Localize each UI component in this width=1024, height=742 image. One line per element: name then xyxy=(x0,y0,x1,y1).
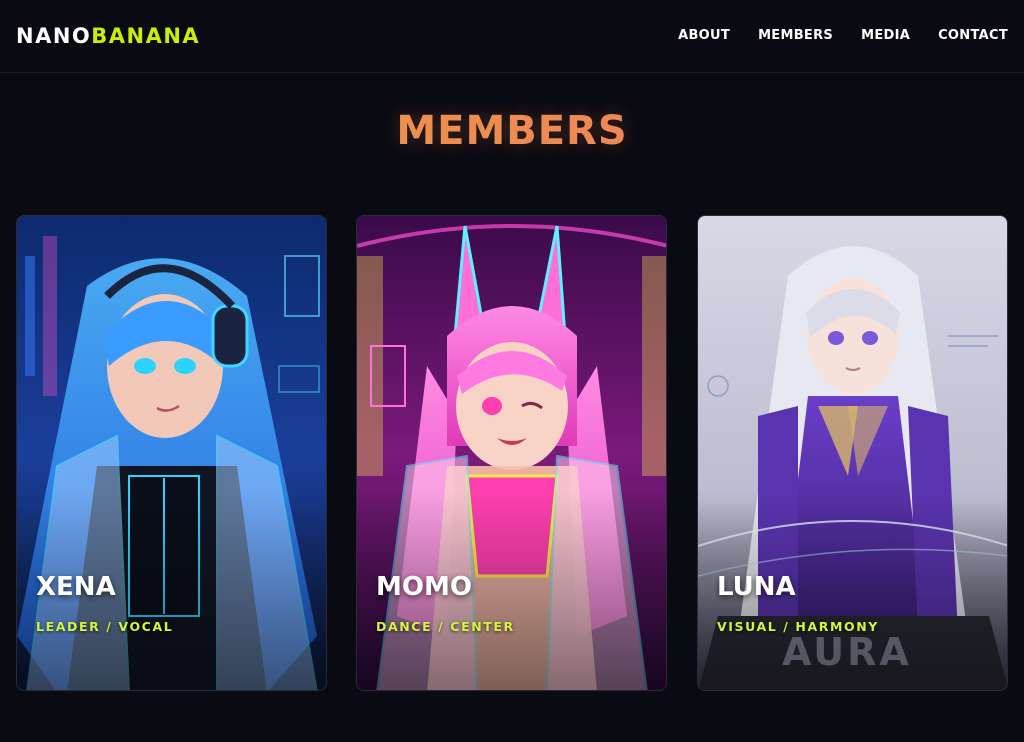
member-role-xena: LEADER / VOCAL xyxy=(36,619,174,634)
nav-links: ABOUT MEMBERS MEDIA CONTACT xyxy=(678,28,1008,43)
member-name-luna: LUNA xyxy=(717,572,796,602)
member-card-momo[interactable]: MOMO DANCE / CENTER xyxy=(356,215,667,691)
top-navbar: NANOBANANA ABOUT MEMBERS MEDIA CONTACT xyxy=(0,0,1024,73)
nav-link-contact[interactable]: CONTACT xyxy=(938,28,1008,43)
member-card-xena[interactable]: XENA LEADER / VOCAL xyxy=(16,215,327,691)
member-role-luna: VISUAL / HARMONY xyxy=(717,619,879,634)
nav-link-members[interactable]: MEMBERS xyxy=(758,28,833,43)
brand-logo[interactable]: NANOBANANA xyxy=(16,24,200,48)
member-name-momo: MOMO xyxy=(376,572,472,602)
brand-logo-part1: NANO xyxy=(16,24,92,48)
member-card-luna[interactable]: AURA LUNA VISUAL / HARMONY xyxy=(697,215,1008,691)
nav-link-media[interactable]: MEDIA xyxy=(861,28,910,43)
section-title: MEMBERS xyxy=(0,108,1024,154)
nav-link-about[interactable]: ABOUT xyxy=(678,28,730,43)
aura-backdrop-text: AURA xyxy=(782,630,912,674)
member-cards: XENA LEADER / VOCAL MOMO DANCE / CENTER … xyxy=(16,215,1008,691)
brand-logo-part2: BANANA xyxy=(91,24,201,48)
member-role-momo: DANCE / CENTER xyxy=(376,619,515,634)
member-name-xena: XENA xyxy=(36,572,116,602)
